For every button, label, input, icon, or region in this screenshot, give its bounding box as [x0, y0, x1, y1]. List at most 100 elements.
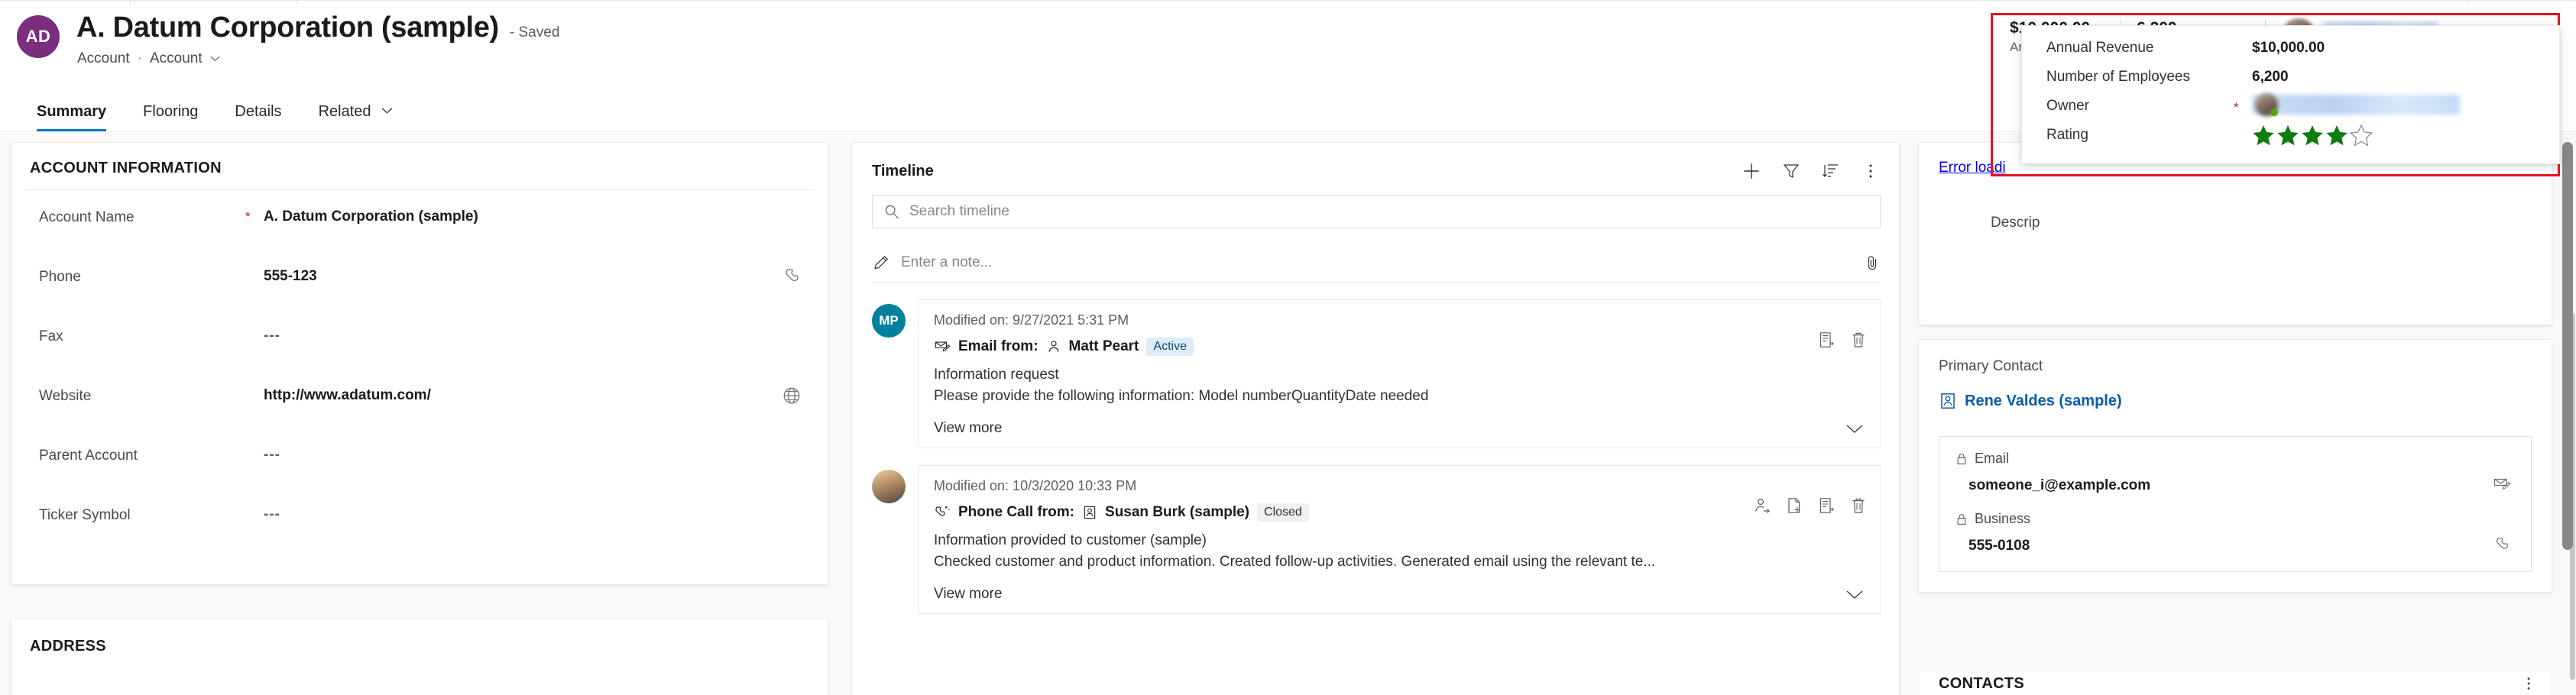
description-label: Descrip — [1991, 215, 2040, 231]
paperclip-icon[interactable] — [1864, 254, 1881, 272]
avatar: MP — [872, 304, 906, 338]
timeline-item-line1: Information provided to customer (sample… — [934, 532, 1207, 548]
contact-card-icon — [1084, 506, 1096, 519]
field-value: --- — [264, 447, 280, 463]
required-spacer — [245, 445, 264, 448]
tab-flooring[interactable]: Flooring — [125, 92, 216, 132]
sort-icon[interactable] — [1821, 161, 1841, 181]
timeline-item-subject: Phone Call from: Susan Burk (sample) Clo… — [934, 503, 1865, 522]
form-body: ACCOUNT INFORMATION Account Name * A. Da… — [0, 133, 2576, 695]
filter-icon[interactable] — [1781, 161, 1801, 181]
pencil-icon — [874, 255, 889, 270]
view-more-label: View more — [934, 586, 1003, 602]
required-asterisk: * — [245, 209, 251, 224]
account-information-card: ACCOUNT INFORMATION Account Name * A. Da… — [11, 142, 828, 585]
note-placeholder: Enter a note... — [901, 254, 993, 270]
email-icon[interactable] — [2493, 475, 2511, 493]
field-label: Ticker Symbol — [39, 507, 131, 523]
timeline-item-body[interactable]: Modified on: 9/27/2021 5:31 PM Email fro… — [918, 299, 1881, 448]
business-label-row: Business — [1955, 511, 2516, 527]
enter-note-input[interactable]: Enter a note... — [872, 245, 1881, 280]
phone-icon[interactable] — [2493, 535, 2511, 554]
breadcrumb-form[interactable]: Account — [150, 50, 203, 67]
timeline-item-icons — [1753, 496, 1868, 515]
field-fax[interactable]: Fax --- — [11, 326, 828, 386]
more-options-icon[interactable] — [1861, 161, 1881, 181]
add-icon[interactable] — [1742, 161, 1761, 181]
description-row: Descrip — [1939, 215, 2532, 231]
field-label: Phone — [39, 269, 81, 285]
primary-contact-card: Primary Contact Rene Valdes (sample) Ema… — [1918, 339, 2552, 593]
page-scrollbar[interactable] — [2562, 142, 2573, 550]
rating-stars[interactable] — [2252, 124, 2373, 147]
timeline-item-date: Modified on: 10/3/2020 10:33 PM — [934, 478, 1137, 493]
account-information-title: ACCOUNT INFORMATION — [30, 160, 222, 176]
assign-icon[interactable] — [1753, 496, 1771, 515]
timeline-header: Timeline — [852, 143, 1899, 181]
business-value-row[interactable]: 555-0108 — [1968, 535, 2516, 554]
flyout-row-annual-revenue[interactable]: Annual Revenue $10,000.00 — [2022, 40, 2559, 69]
note-icon[interactable] — [1817, 496, 1836, 515]
delete-icon[interactable] — [1849, 331, 1868, 349]
owner-name-redacted — [2252, 95, 2460, 115]
header-fields-flyout: Annual Revenue $10,000.00 Number of Empl… — [2021, 25, 2560, 164]
tab-flooring-label: Flooring — [143, 103, 199, 120]
save-status: - Saved — [509, 24, 560, 40]
field-ticker-symbol[interactable]: Ticker Symbol --- — [11, 505, 828, 564]
timeline-item-body[interactable]: Modified on: 10/3/2020 10:33 PM Phone Ca… — [918, 465, 1881, 614]
timeline-item-person[interactable]: Susan Burk (sample) — [1105, 504, 1249, 521]
record-title-row: A. Datum Corporation (sample) - Saved — [76, 11, 560, 44]
note-icon[interactable] — [1817, 331, 1836, 349]
delete-icon[interactable] — [1849, 496, 1868, 515]
contact-icon — [1048, 341, 1059, 352]
breadcrumb-separator: · — [137, 50, 142, 66]
contacts-section-header: CONTACTS — [1918, 672, 2552, 695]
flyout-value-owner[interactable] — [2252, 93, 2466, 121]
tab-summary[interactable]: Summary — [18, 92, 125, 132]
timeline-item-view-more[interactable]: View more — [934, 586, 1865, 603]
timeline-item-icons — [1817, 331, 1868, 349]
tab-related[interactable]: Related — [300, 92, 412, 132]
email-value-row[interactable]: someone_i@example.com — [1968, 477, 2516, 494]
lock-icon — [1957, 453, 1966, 464]
timeline-title: Timeline — [872, 162, 934, 179]
convert-icon[interactable] — [1785, 496, 1803, 515]
contact-card-icon — [1941, 393, 1955, 409]
field-account-name[interactable]: Account Name * A. Datum Corporation (sam… — [11, 207, 828, 267]
globe-icon[interactable] — [782, 386, 802, 406]
field-phone[interactable]: Phone 555-123 — [11, 267, 828, 326]
page-scrollbar-thumb[interactable] — [2562, 142, 2573, 550]
field-value: --- — [264, 328, 280, 344]
chevron-down-icon[interactable] — [1845, 588, 1865, 600]
flyout-row-rating[interactable]: Rating — [2022, 124, 2559, 156]
business-label: Business — [1975, 511, 2031, 526]
required-spacer — [245, 326, 264, 328]
flyout-label-owner: Owner — [2046, 98, 2089, 114]
timeline-item-date: Modified on: 9/27/2021 5:31 PM — [934, 312, 1129, 328]
field-label: Account Name — [39, 209, 134, 225]
timeline-item-kind: Email from: — [958, 338, 1039, 354]
flyout-row-owner[interactable]: Owner * — [2022, 93, 2559, 127]
field-website[interactable]: Website http://www.adatum.com/ — [11, 386, 828, 445]
flyout-row-employees[interactable]: Number of Employees 6,200 — [2022, 69, 2559, 98]
chevron-down-icon[interactable] — [209, 53, 220, 63]
more-options-icon[interactable] — [2526, 675, 2532, 692]
page-title: A. Datum Corporation (sample) — [76, 11, 499, 44]
timeline-item-person[interactable]: Matt Peart — [1069, 338, 1139, 355]
email-label: Email — [1975, 451, 2010, 466]
tab-details[interactable]: Details — [216, 92, 300, 132]
flyout-label-rating: Rating — [2046, 127, 2088, 143]
search-timeline-input[interactable]: Search timeline — [872, 195, 1881, 228]
chevron-down-icon[interactable] — [1845, 422, 1865, 435]
timeline-item-line2: Checked customer and product information… — [934, 554, 1656, 570]
phone-icon[interactable] — [782, 267, 802, 286]
timeline-item-line2: Please provide the following information… — [934, 388, 1429, 404]
timeline-item-view-more[interactable]: View more — [934, 420, 1865, 437]
chevron-down-icon[interactable] — [381, 104, 394, 121]
primary-contact-link[interactable]: Rene Valdes (sample) — [1939, 392, 2532, 410]
status-badge: Closed — [1257, 503, 1309, 522]
breadcrumb: Account · Account — [77, 50, 220, 67]
field-value: A. Datum Corporation (sample) — [264, 208, 478, 225]
field-parent-account[interactable]: Parent Account --- — [11, 445, 828, 505]
flyout-value-annual-revenue: $10,000.00 — [2252, 40, 2325, 56]
